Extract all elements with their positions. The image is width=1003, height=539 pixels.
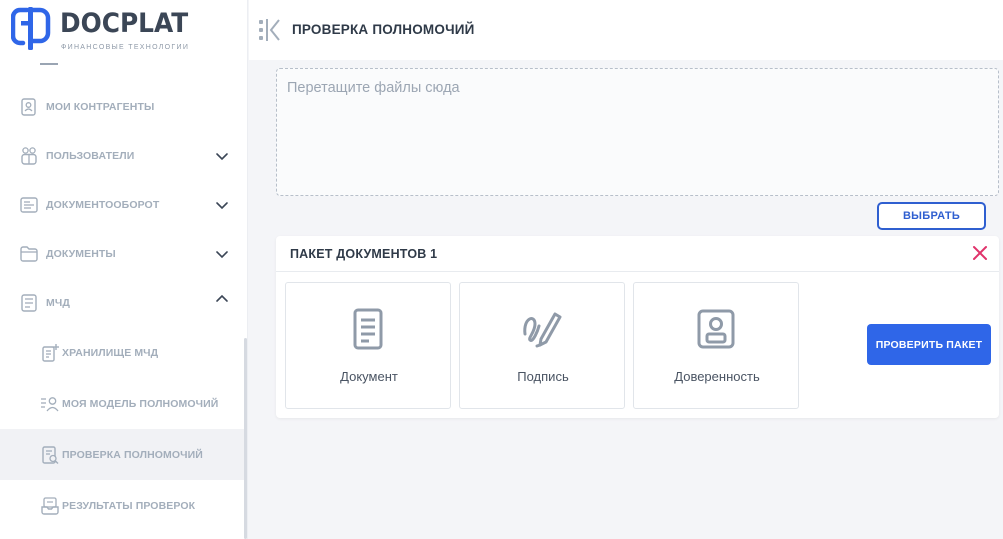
sidebar-item-label: ХРАНИЛИЩЕ МЧД xyxy=(62,346,159,359)
chevron-up-icon[interactable] xyxy=(215,292,229,306)
sidebar-item-label: ПРОВЕРКА ПОЛНОМОЧИЙ xyxy=(62,448,203,461)
sidebar-item-label: МОИ КОНТРАГЕНТЫ xyxy=(46,100,155,113)
power-of-attorney-icon xyxy=(697,309,735,349)
contractors-icon xyxy=(21,97,36,116)
signature-tile[interactable]: Подпись xyxy=(459,282,625,409)
close-icon[interactable] xyxy=(972,245,988,261)
sidebar-item-authority-check[interactable]: ПРОВЕРКА ПОЛНОМОЧИЙ xyxy=(0,429,247,480)
sidebar-item-mchd[interactable]: МЧД xyxy=(0,278,247,327)
sidebar: DOCPLAT ФИНАНСОВЫЕ ТЕХНОЛОГИИ МОИ КОНТРА… xyxy=(0,0,248,539)
dropzone-placeholder: Перетащите файлы сюда xyxy=(287,80,460,96)
file-dropzone[interactable]: Перетащите файлы сюда xyxy=(276,68,999,196)
check-package-button[interactable]: ПРОВЕРИТЬ ПАКЕТ xyxy=(867,324,991,365)
document-icon xyxy=(353,308,383,350)
storage-icon xyxy=(42,343,59,362)
results-icon xyxy=(41,496,59,515)
page-header: ПРОВЕРКА ПОЛНОМОЧИЙ xyxy=(249,0,1003,60)
tile-label: Подпись xyxy=(517,369,569,384)
sidebar-item-mchd-storage[interactable]: ХРАНИЛИЩЕ МЧД xyxy=(0,328,247,377)
sidebar-item-users[interactable]: ПОЛЬЗОВАТЕЛИ xyxy=(0,131,247,180)
sidebar-item-label: РЕЗУЛЬТАТЫ ПРОВЕРОК xyxy=(62,499,196,512)
authority-model-icon xyxy=(41,396,59,411)
docplat-logo-icon xyxy=(11,7,51,50)
tile-label: Документ xyxy=(340,369,398,384)
poa-list-icon xyxy=(21,293,37,312)
chevron-down-icon[interactable] xyxy=(215,149,229,163)
document-tile[interactable]: Документ xyxy=(285,282,451,409)
sidebar-item-contractors[interactable]: МОИ КОНТРАГЕНТЫ xyxy=(0,82,247,131)
folder-icon xyxy=(20,245,38,262)
nav-separator xyxy=(40,63,58,65)
chevron-down-icon[interactable] xyxy=(215,198,229,212)
sidebar-scrollbar[interactable] xyxy=(244,338,247,539)
sidebar-item-label: ДОКУМЕНТООБОРОТ xyxy=(46,198,160,211)
sidebar-item-workflow[interactable]: ДОКУМЕНТООБОРОТ xyxy=(0,180,247,229)
sidebar-item-authority-model[interactable]: МОЯ МОДЕЛЬ ПОЛНОМОЧИЙ xyxy=(0,379,247,428)
workflow-icon xyxy=(20,196,38,213)
collapse-sidebar-icon[interactable] xyxy=(258,17,284,43)
tile-label: Доверенность xyxy=(674,369,760,384)
sidebar-item-label: МОЯ МОДЕЛЬ ПОЛНОМОЧИЙ xyxy=(62,397,219,410)
document-package: ПАКЕТ ДОКУМЕНТОВ 1 Документ Подпись Дове… xyxy=(276,236,999,418)
chevron-down-icon[interactable] xyxy=(215,247,229,261)
users-icon xyxy=(21,146,37,165)
page-title: ПРОВЕРКА ПОЛНОМОЧИЙ xyxy=(292,22,475,37)
choose-files-button[interactable]: ВЫБРАТЬ xyxy=(877,202,986,230)
sidebar-item-label: ПОЛЬЗОВАТЕЛИ xyxy=(46,149,135,162)
signature-icon xyxy=(523,312,562,348)
brand-tagline: ФИНАНСОВЫЕ ТЕХНОЛОГИИ xyxy=(61,44,190,51)
package-title: ПАКЕТ ДОКУМЕНТОВ 1 xyxy=(290,247,438,261)
sidebar-item-documents[interactable]: ДОКУМЕНТЫ xyxy=(0,229,247,278)
power-of-attorney-tile[interactable]: Доверенность xyxy=(633,282,799,409)
sidebar-item-label: ДОКУМЕНТЫ xyxy=(46,247,116,260)
logo[interactable]: DOCPLAT ФИНАНСОВЫЕ ТЕХНОЛОГИИ xyxy=(0,0,247,60)
brand-name: DOCPLAT xyxy=(60,8,189,39)
sidebar-item-check-results[interactable]: РЕЗУЛЬТАТЫ ПРОВЕРОК xyxy=(0,481,247,530)
sidebar-item-label: МЧД xyxy=(46,296,70,309)
check-authority-icon xyxy=(42,445,59,464)
package-header: ПАКЕТ ДОКУМЕНТОВ 1 xyxy=(276,236,999,272)
